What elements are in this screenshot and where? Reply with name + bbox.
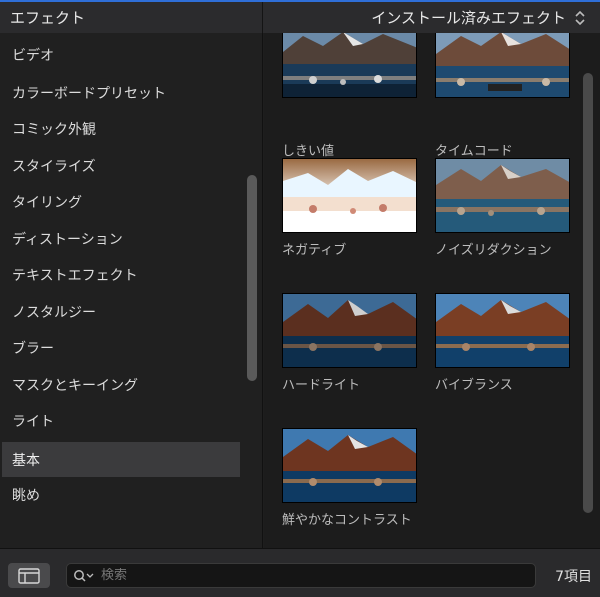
- effect-thumbnail: [282, 33, 417, 98]
- category-item[interactable]: ブラー: [2, 330, 240, 365]
- effect-thumbnail: [435, 293, 570, 368]
- effect-name: 鮮やかなコントラスト: [282, 513, 412, 528]
- category-item[interactable]: コミック外観: [2, 111, 240, 146]
- category-item[interactable]: マスクとキーイング: [2, 367, 240, 402]
- category-item[interactable]: スタイライズ: [2, 148, 240, 183]
- effect-name: ハードライト: [282, 378, 361, 393]
- effect-thumbnail: [282, 428, 417, 503]
- category-item[interactable]: ディストーション: [2, 221, 240, 256]
- category-item[interactable]: テキストエフェクト: [2, 257, 240, 292]
- category-item[interactable]: ノスタルジー: [2, 294, 240, 329]
- category-item[interactable]: ライト: [2, 403, 240, 438]
- effect-name: ネガティブ: [282, 243, 347, 258]
- category-item-selected[interactable]: 基本: [2, 442, 240, 477]
- sidebar-scrollbar[interactable]: [247, 175, 257, 381]
- scope-label: インストール済みエフェクト: [371, 9, 566, 27]
- effect-name: バイブランス: [435, 378, 513, 393]
- effects-browser-header: エフェクト インストール済みエフェクト: [0, 0, 600, 33]
- effect-name: ノイズリダクション: [435, 243, 552, 258]
- effect-thumbnail: [435, 158, 570, 233]
- effect-thumbnail: [435, 33, 570, 98]
- search-field[interactable]: [66, 563, 536, 588]
- layout-icon: [18, 567, 40, 584]
- effect-thumbnail: [282, 158, 417, 233]
- category-item[interactable]: カラーボードプリセット: [2, 75, 240, 110]
- search-input[interactable]: [101, 568, 501, 583]
- category-item[interactable]: ビデオ: [2, 37, 240, 72]
- category-item[interactable]: タイリング: [2, 184, 240, 219]
- item-count: 7項目: [555, 569, 592, 585]
- grid-scrollbar[interactable]: [583, 73, 593, 513]
- up-down-chevron-icon: [574, 10, 586, 26]
- effects-footer: 7項目: [0, 548, 600, 597]
- search-icon: [74, 569, 94, 582]
- category-item[interactable]: 眺め: [2, 477, 240, 512]
- scope-popup[interactable]: インストール済みエフェクト: [264, 2, 600, 33]
- category-sidebar: ビデオ カラーボードプリセット コミック外観 スタイライズ タイリング ディスト…: [0, 33, 263, 548]
- panel-title: エフェクト: [0, 2, 263, 33]
- toggle-layout-button[interactable]: [8, 563, 50, 588]
- effects-grid: しきい値 タイムコード ネガティブ ノイズリダクション ハードライト バイブラン…: [264, 33, 600, 548]
- effect-thumbnail: [282, 293, 417, 368]
